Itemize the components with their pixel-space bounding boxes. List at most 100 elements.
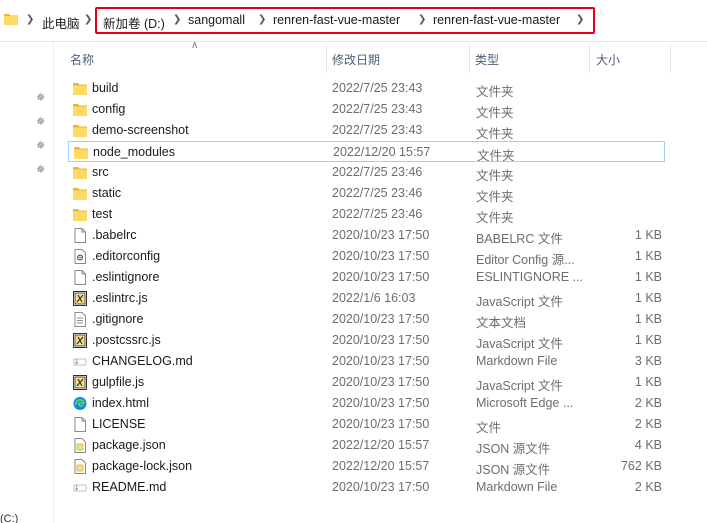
file-name: test [92,207,113,221]
column-header-date-label: 修改日期 [332,52,381,67]
file-row[interactable]: config 2022/7/25 23:43 文件夹 [68,99,665,120]
file-type: Editor Config 源... [476,253,575,267]
column-divider[interactable] [589,45,590,73]
folder-icon [73,81,87,96]
file-name: README.md [92,480,167,494]
file-type: ESLINTIGNORE ... [476,270,583,284]
js-file-icon [73,333,87,348]
file-type: BABELRC 文件 [476,232,563,246]
edge-html-icon [73,396,87,411]
chevron-right-icon[interactable]: ❯ [258,14,266,25]
folder-icon [73,165,87,180]
chevron-right-icon[interactable]: ❯ [84,14,92,25]
file-type: 文件 [476,421,502,435]
file-name: .eslintrc.js [92,291,148,305]
file-size: 1 KB [634,291,662,305]
file-date: 2020/10/23 17:50 [332,480,430,494]
blank-file-icon [73,270,87,285]
file-type: JavaScript 文件 [476,295,563,309]
file-row[interactable]: LICENSE 2020/10/23 17:50 文件 2 KB [68,414,665,435]
file-row[interactable]: gulpfile.js 2020/10/23 17:50 JavaScript 文件… [68,372,665,393]
column-divider[interactable] [326,45,327,73]
file-row[interactable]: static 2022/7/25 23:46 文件夹 [68,183,665,204]
file-name: .eslintignore [92,270,160,284]
file-row[interactable]: node_modules 2022/12/20 15:57 文件夹 [68,141,665,163]
blank-file-icon [73,228,87,243]
breadcrumb-this-pc[interactable]: 此电脑 [42,13,80,32]
file-type: 文件夹 [476,169,514,183]
file-date: 2020/10/23 17:50 [332,249,430,263]
file-name: package.json [92,438,166,452]
file-row[interactable]: .eslintrc.js 2022/1/6 16:03 JavaScript 文件 1… [68,288,665,309]
file-size: 762 KB [620,459,662,473]
column-divider[interactable] [670,45,671,73]
file-date: 2022/12/20 15:57 [332,459,430,473]
file-type: JSON 源文件 [476,442,551,456]
breadcrumb-renren-fast-vue-master[interactable]: renren-fast-vue-master [273,13,400,27]
file-row[interactable]: src 2022/7/25 23:46 文件夹 [68,162,665,183]
file-row[interactable]: .babelrc 2020/10/23 17:50 BABELRC 文件 1 KB [68,225,665,246]
file-size: 2 KB [634,396,662,410]
file-row[interactable]: .eslintignore 2020/10/23 17:50 ESLINTIGNOR… [68,267,665,288]
file-size: 1 KB [634,375,662,389]
file-date: 2020/10/23 17:50 [332,270,430,284]
folder-icon [73,186,87,201]
file-date: 2020/10/23 17:50 [332,333,430,347]
file-type: JSON 源文件 [476,463,551,477]
file-row[interactable]: index.html 2020/10/23 17:50 Microsoft Edge… [68,393,665,414]
file-name: config [92,102,126,116]
file-type: 文件夹 [476,85,514,99]
column-header-size[interactable]: 大小 [596,45,670,73]
file-row[interactable]: test 2022/7/25 23:46 文件夹 [68,204,665,225]
breadcrumb-sangomall[interactable]: sangomall [188,13,245,27]
column-divider[interactable] [469,45,470,73]
file-row[interactable]: .editorconfig 2020/10/23 17:50 Editor Conf… [68,246,665,267]
file-date: 2020/10/23 17:50 [332,396,430,410]
file-date: 2022/7/25 23:43 [332,102,423,116]
pin-icon[interactable]: ✵ [36,116,46,128]
chevron-right-icon[interactable]: ❯ [26,14,34,25]
file-name: node_modules [93,145,176,159]
column-header-name-label: 名称 [70,52,95,67]
folder-icon [74,145,88,160]
file-row[interactable]: ↓ CHANGELOG.md 2020/10/23 17:50 Markdown Fi… [68,351,665,372]
nav-drive-c[interactable]: (C:) [0,513,18,523]
folder-icon [4,14,18,25]
address-bar[interactable]: ❯ 此电脑 ❯ 新加卷 (D:) ❯ sangomall ❯ renren-fa… [0,0,707,42]
file-row[interactable]: package-lock.json 2022/12/20 15:57 JSON 源文… [68,456,665,477]
file-size: 1 KB [634,270,662,284]
file-date: 2022/7/25 23:46 [332,207,423,221]
file-row[interactable]: .postcssrc.js 2020/10/23 17:50 JavaScript … [68,330,665,351]
column-header-name[interactable]: 名称 [70,45,326,73]
pin-icon[interactable]: ✵ [36,164,46,176]
breadcrumb-renren-fast-vue-master-current[interactable]: renren-fast-vue-master [433,13,560,27]
file-row[interactable]: ↓ README.md 2020/10/23 17:50 Markdown File 2… [68,477,665,498]
column-header-date[interactable]: 修改日期 [332,45,468,73]
file-name: .editorconfig [92,249,161,263]
file-size: 1 KB [634,333,662,347]
pin-icon[interactable]: ✵ [36,92,46,104]
breadcrumb-drive-d[interactable]: 新加卷 (D:) [103,13,165,32]
file-type: 文件夹 [476,127,514,141]
folder-icon [73,102,87,117]
file-row[interactable]: .gitignore 2020/10/23 17:50 文本文档 1 KB [68,309,665,330]
file-date: 2020/10/23 17:50 [332,228,430,242]
chevron-right-icon[interactable]: ❯ [173,14,181,25]
column-header-type[interactable]: 类型 [475,45,587,73]
file-name: .gitignore [92,312,144,326]
file-date: 2022/7/25 23:43 [332,123,423,137]
file-row[interactable]: build 2022/7/25 23:43 文件夹 [68,78,665,99]
file-row[interactable]: package.json 2022/12/20 15:57 JSON 源文件 4 KB [68,435,665,456]
file-row[interactable]: demo-screenshot 2022/7/25 23:43 文件夹 [68,120,665,141]
chevron-right-icon[interactable]: ❯ [418,14,426,25]
text-file-icon [73,312,87,327]
chevron-right-icon[interactable]: ❯ [576,14,584,25]
navigation-pane: ✵ ✵ ✵ ✵ [0,42,54,523]
pin-icon[interactable]: ✵ [36,140,46,152]
file-name: src [92,165,109,179]
file-list: build 2022/7/25 23:43 文件夹 config 2022/7/25 2… [68,78,668,498]
file-type: JavaScript 文件 [476,337,563,351]
file-type: 文件夹 [476,190,514,204]
file-type: Markdown File [476,354,558,368]
file-type: Markdown File [476,480,558,494]
